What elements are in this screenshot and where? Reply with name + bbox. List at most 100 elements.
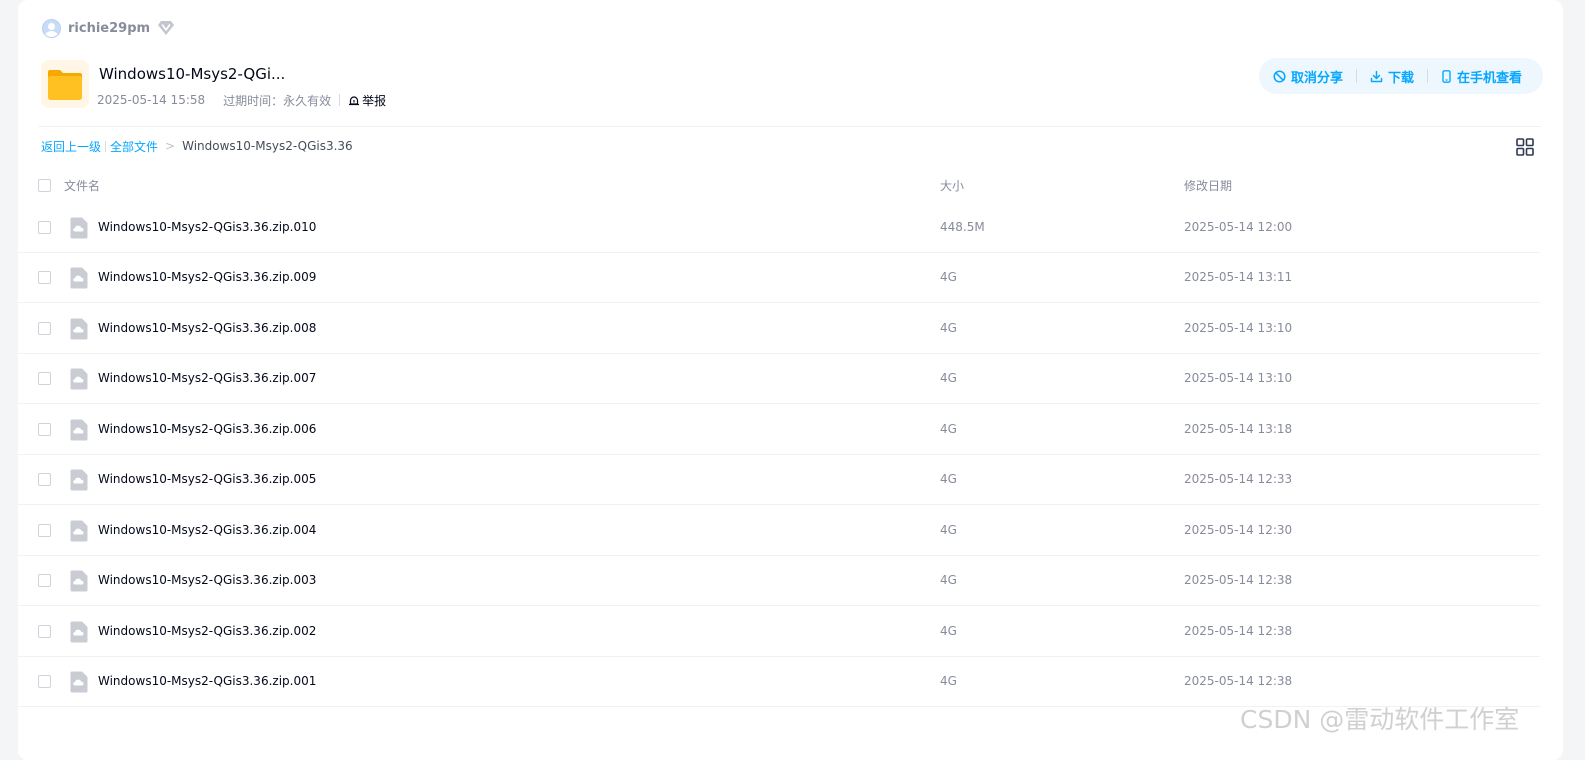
table-row[interactable]: Windows10-Msys2-QGis3.36.zip.003 4G 2025-0… xyxy=(18,555,1540,607)
file-name[interactable]: Windows10-Msys2-QGis3.36.zip.002 xyxy=(98,624,316,638)
username[interactable]: richie29pm xyxy=(68,21,150,36)
action-divider xyxy=(1427,69,1429,83)
breadcrumb-separator: > xyxy=(165,139,176,153)
file-name[interactable]: Windows10-Msys2-QGis3.36.zip.004 xyxy=(98,523,316,537)
file-modified-date: 2025-05-14 13:18 xyxy=(1184,421,1293,436)
file-size: 4G xyxy=(940,674,957,689)
select-all-checkbox[interactable] xyxy=(38,179,51,192)
diamond-icon xyxy=(158,21,175,35)
row-checkbox[interactable] xyxy=(38,473,51,487)
share-owner: richie29pm xyxy=(42,17,175,39)
expiry-label: 过期时间： xyxy=(223,93,284,108)
download-icon xyxy=(1370,70,1383,82)
file-size: 4G xyxy=(940,522,957,537)
row-checkbox[interactable] xyxy=(38,372,51,386)
file-name[interactable]: Windows10-Msys2-QGis3.36.zip.010 xyxy=(98,220,316,234)
compressed-file-icon xyxy=(70,621,88,643)
file-name[interactable]: Windows10-Msys2-QGis3.36.zip.001 xyxy=(98,674,316,688)
column-header-size[interactable]: 大小 xyxy=(940,177,964,194)
file-size: 4G xyxy=(940,573,957,588)
action-divider xyxy=(1356,69,1358,83)
table-row[interactable]: Windows10-Msys2-QGis3.36.zip.007 4G 2025-0… xyxy=(18,353,1540,405)
file-modified-date: 2025-05-14 13:11 xyxy=(1184,270,1293,285)
cancel-share-button[interactable]: 取消分享 xyxy=(1273,67,1343,86)
file-size: 4G xyxy=(940,270,957,285)
file-modified-date: 2025-05-14 12:38 xyxy=(1184,674,1293,689)
row-checkbox[interactable] xyxy=(38,271,51,285)
download-label: 下载 xyxy=(1388,70,1415,86)
cancel-share-label: 取消分享 xyxy=(1291,70,1344,86)
breadcrumb-current: Windows10-Msys2-QGis3.36 xyxy=(182,139,353,153)
file-size: 4G xyxy=(940,421,957,436)
table-row[interactable]: Windows10-Msys2-QGis3.36.zip.005 4G 2025-0… xyxy=(18,454,1540,506)
report-button[interactable]: 举报 xyxy=(348,92,386,109)
file-modified-date: 2025-05-14 12:00 xyxy=(1184,220,1293,234)
file-name[interactable]: Windows10-Msys2-QGis3.36.zip.005 xyxy=(98,472,316,486)
table-row[interactable]: Windows10-Msys2-QGis3.36.zip.002 4G 2025-0… xyxy=(18,606,1540,657)
avatar[interactable] xyxy=(42,18,61,38)
share-actions: 取消分享 下载 在手机查看 xyxy=(1259,58,1543,94)
file-name[interactable]: Windows10-Msys2-QGis3.36.zip.003 xyxy=(98,573,316,587)
row-checkbox[interactable] xyxy=(38,523,51,537)
meta-divider xyxy=(339,94,341,106)
back-link[interactable]: 返回上一级 xyxy=(41,138,101,155)
file-modified-date: 2025-05-14 13:10 xyxy=(1184,320,1293,335)
share-date: 2025-05-14 15:58 xyxy=(97,93,206,107)
row-checkbox[interactable] xyxy=(38,221,51,234)
row-checkbox[interactable] xyxy=(38,321,51,335)
compressed-file-icon xyxy=(70,671,88,693)
file-name[interactable]: Windows10-Msys2-QGis3.36.zip.009 xyxy=(98,270,316,284)
table-row[interactable]: Windows10-Msys2-QGis3.36.zip.004 4G 2025-0… xyxy=(18,505,1540,556)
expiry-value: 永久有效 xyxy=(283,93,332,108)
breadcrumb: 返回上一级 全部文件 > Windows10-Msys2-QGis3.36 xyxy=(41,138,353,154)
table-row[interactable]: Windows10-Msys2-QGis3.36.zip.010 448.5M 20… xyxy=(18,202,1540,253)
file-modified-date: 2025-05-14 12:38 xyxy=(1184,623,1293,638)
file-size: 4G xyxy=(940,472,957,487)
report-label: 举报 xyxy=(362,93,387,108)
watermark: CSDN @雷动软件工作室 xyxy=(1240,705,1520,734)
compressed-file-icon xyxy=(70,520,88,542)
compressed-file-icon xyxy=(70,267,88,289)
row-checkbox[interactable] xyxy=(38,422,51,436)
row-checkbox[interactable] xyxy=(38,574,51,588)
file-size: 4G xyxy=(940,371,957,386)
folder-thumbnail xyxy=(41,60,89,108)
compressed-file-icon xyxy=(70,318,88,340)
compressed-file-icon xyxy=(70,469,88,491)
file-size: 4G xyxy=(940,320,957,335)
phone-icon xyxy=(1442,69,1451,83)
file-modified-date: 2025-05-14 13:10 xyxy=(1184,371,1293,386)
folder-icon xyxy=(48,70,82,100)
file-modified-date: 2025-05-14 12:38 xyxy=(1184,573,1293,588)
table-row[interactable]: Windows10-Msys2-QGis3.36.zip.008 4G 2025-0… xyxy=(18,303,1540,354)
compressed-file-icon xyxy=(70,368,88,390)
file-name[interactable]: Windows10-Msys2-QGis3.36.zip.007 xyxy=(98,371,316,385)
file-size: 448.5M xyxy=(940,220,985,234)
download-button[interactable]: 下载 xyxy=(1370,67,1414,86)
report-icon xyxy=(349,96,360,106)
header-divider xyxy=(38,126,1541,127)
compressed-file-icon xyxy=(70,217,88,239)
compressed-file-icon xyxy=(70,570,88,592)
table-header: 文件名 大小 修改日期 xyxy=(18,176,1540,194)
view-on-phone-button[interactable]: 在手机查看 xyxy=(1441,67,1522,86)
column-header-name[interactable]: 文件名 xyxy=(64,177,100,194)
compressed-file-icon xyxy=(70,419,88,441)
file-name[interactable]: Windows10-Msys2-QGis3.36.zip.008 xyxy=(98,321,316,335)
file-name[interactable]: Windows10-Msys2-QGis3.36.zip.006 xyxy=(98,422,316,436)
share-title: Windows10-Msys2-QGi... xyxy=(99,65,286,83)
table-row[interactable]: Windows10-Msys2-QGis3.36.zip.009 4G 2025-0… xyxy=(18,252,1540,304)
share-meta: 2025-05-14 15:58 过期时间： 永久有效 举报 xyxy=(97,92,386,108)
table-row[interactable]: Windows10-Msys2-QGis3.36.zip.006 4G 2025-0… xyxy=(18,404,1540,455)
view-on-phone-label: 在手机查看 xyxy=(1457,70,1523,86)
all-files-link[interactable]: 全部文件 xyxy=(110,138,158,155)
ban-icon xyxy=(1273,69,1286,83)
breadcrumb-divider xyxy=(105,140,107,152)
row-checkbox[interactable] xyxy=(38,624,51,638)
file-modified-date: 2025-05-14 12:30 xyxy=(1184,522,1293,537)
grid-view-icon[interactable] xyxy=(1515,137,1535,157)
column-header-modified[interactable]: 修改日期 xyxy=(1184,177,1232,194)
file-modified-date: 2025-05-14 12:33 xyxy=(1184,472,1293,487)
row-checkbox[interactable] xyxy=(38,675,51,689)
share-panel: richie29pm Windows10-Msys2-QGi... 2025-0… xyxy=(18,0,1563,760)
